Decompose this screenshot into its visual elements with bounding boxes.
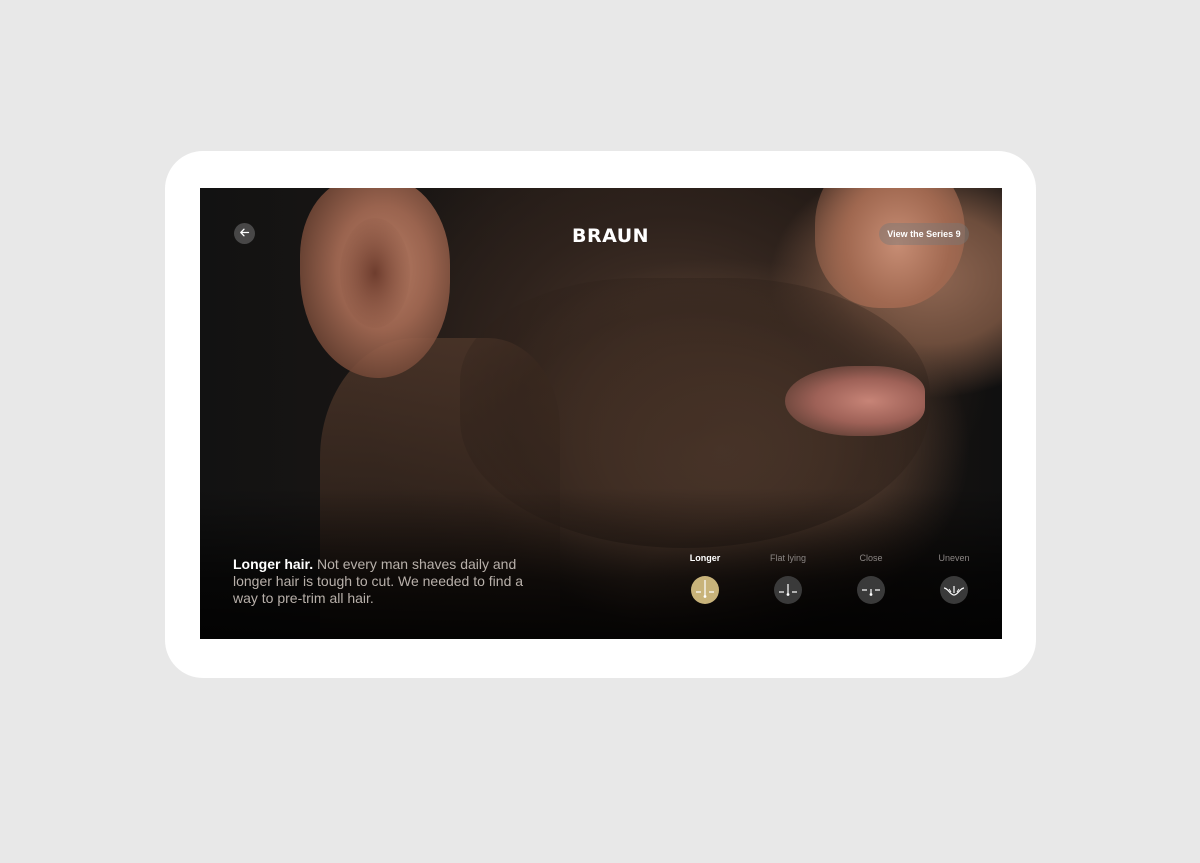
- hair-type-longer[interactable]: Longer: [675, 552, 735, 612]
- hair-type-label: Longer: [689, 553, 721, 563]
- hero-screen: BRAUN View the Series 9 Longer hair. Not…: [200, 188, 1002, 639]
- lips-shape: [785, 366, 925, 436]
- arrow-left-icon: [239, 225, 250, 243]
- hair-type-close[interactable]: Close: [841, 552, 901, 612]
- ear-inner-shape: [340, 218, 410, 328]
- braun-logo: BRAUN: [572, 225, 650, 247]
- hair-type-flat-lying[interactable]: Flat lying: [758, 552, 818, 612]
- nose-shape: [815, 188, 965, 308]
- hair-type-label: Uneven: [938, 553, 970, 563]
- longer-hair-icon: [691, 576, 719, 604]
- hair-type-selector: Longer Flat lying Close Uneven: [675, 552, 975, 612]
- uneven-hair-icon: [940, 576, 968, 604]
- hair-type-uneven[interactable]: Uneven: [924, 552, 984, 612]
- feature-caption: Longer hair. Not every man shaves daily …: [233, 556, 543, 607]
- flat-lying-hair-icon: [774, 576, 802, 604]
- hair-type-label: Close: [859, 553, 883, 563]
- view-series-button[interactable]: View the Series 9: [879, 223, 969, 245]
- back-button[interactable]: [234, 223, 255, 244]
- close-hair-icon: [857, 576, 885, 604]
- caption-lead: Longer hair.: [233, 556, 314, 572]
- hair-type-label: Flat lying: [769, 553, 806, 563]
